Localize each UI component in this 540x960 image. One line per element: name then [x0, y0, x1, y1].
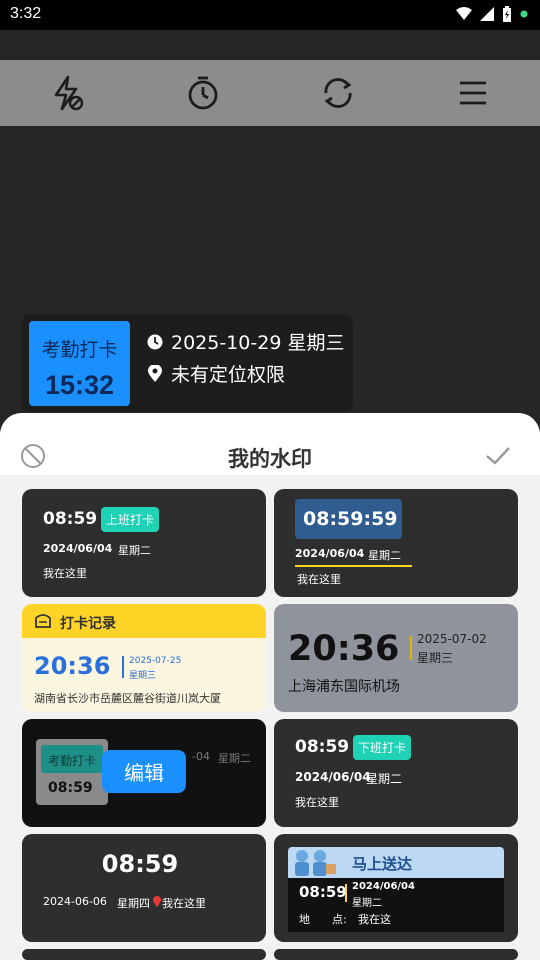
watermark-template-8[interactable]: 马上送达 08:59 2024/06/04 星期二 地 点: 我在这 — [274, 834, 518, 942]
tile-place: 上海浦东国际机场 — [288, 679, 400, 695]
current-watermark[interactable]: 考勤打卡 15:32 2025-10-29 星期三 未有定位权限 — [22, 314, 353, 412]
clock-icon — [147, 334, 163, 349]
tile-weekday: 星期二 — [368, 549, 401, 562]
tile-header: 打卡记录 — [60, 616, 116, 632]
confirm-button[interactable] — [484, 443, 512, 473]
watermark-template-9[interactable] — [22, 949, 266, 960]
status-bar: 3:32 — [0, 0, 540, 30]
tile-weekday: 星期三 — [129, 671, 157, 681]
tile-time: 08:59 — [101, 850, 179, 878]
watermark-template-1[interactable]: 08:59 上班打卡 2024/06/04 星期二 我在这里 — [22, 489, 266, 597]
tile-weekday: 星期三 — [417, 651, 454, 665]
tile-place: 我在这里 — [295, 796, 339, 809]
tile-tag: 下班打卡 — [353, 735, 412, 760]
sheet-title: 我的水印 — [228, 447, 312, 471]
tile-time: 08:59 — [48, 780, 93, 796]
tile-place: 我在这里 — [297, 573, 341, 586]
notification-dot-icon — [520, 10, 528, 18]
tile-weekday: 星期二 — [352, 898, 382, 909]
tile-date: 2024-06-06 — [43, 895, 107, 908]
tile-date: 2024/06/04 — [295, 547, 365, 560]
top-band — [0, 30, 540, 60]
tile-date: 2024/06/04 — [295, 770, 371, 784]
tile-date: -04 — [192, 750, 210, 763]
watermark-template-3[interactable]: 打卡记录 20:36 2025-07-25 星期三 湖南省长沙市岳麓区麓谷街道川… — [22, 604, 266, 712]
tile-divider — [295, 565, 412, 567]
flash-toggle-button[interactable] — [0, 60, 135, 126]
check-icon — [486, 447, 510, 465]
tile-time: 08:59 — [43, 509, 98, 529]
watermark-sheet: 我的水印 08:59 上班打卡 2024/06/04 星期二 我在这里 08:5… — [0, 413, 540, 960]
tile-weekday: 星期二 — [366, 772, 403, 786]
watermark-location-row: 未有定位权限 — [147, 360, 285, 387]
switch-camera-icon — [324, 78, 351, 108]
timer-icon — [188, 76, 217, 110]
tile-title: 考勤打卡 — [48, 754, 97, 768]
tile-time: 08:59 — [295, 737, 350, 757]
clipboard-icon — [35, 614, 51, 628]
tile-place: 我在这里 — [162, 897, 206, 910]
watermark-template-4[interactable]: 20:36 2025-07-02 星期三 上海浦东国际机场 — [274, 604, 518, 712]
tile-weekday: 星期二 — [118, 544, 151, 557]
watermark-template-6[interactable]: 08:59 下班打卡 2024/06/04 星期二 我在这里 — [274, 719, 518, 827]
watermark-date-row: 2025-10-29 星期三 — [147, 328, 344, 355]
timer-button[interactable] — [135, 60, 270, 126]
tile-date: 2025-07-25 — [129, 656, 182, 666]
sheet-header: 我的水印 — [0, 413, 540, 475]
edit-button[interactable]: 编辑 — [102, 750, 186, 793]
watermark-location: 未有定位权限 — [171, 364, 286, 386]
tile-date: 2025-07-02 — [417, 632, 487, 646]
tile-time: 08:59:59 — [303, 508, 398, 530]
signal-icon — [480, 7, 494, 21]
watermark-title: 考勤打卡 — [41, 339, 118, 361]
location-pin-icon — [148, 364, 162, 382]
tile-address: 湖南省长沙市岳麓区麓谷街道川岚大厦 — [34, 692, 221, 705]
camera-toolbar — [0, 60, 540, 126]
tile-divider — [410, 636, 412, 660]
watermark-title-block: 考勤打卡 15:32 — [29, 321, 130, 406]
status-icons — [456, 6, 528, 22]
switch-camera-button[interactable] — [270, 60, 405, 126]
tile-date: 2024/06/04 — [43, 542, 113, 555]
tile-time: 20:36 — [34, 652, 111, 680]
courier-illustration-icon — [295, 850, 336, 876]
tile-time: 20:36 — [288, 629, 400, 669]
tile-header-band — [22, 604, 266, 638]
tile-tag: 上班打卡 — [101, 507, 160, 532]
watermark-template-2[interactable]: 08:59:59 2024/06/04 星期二 我在这里 — [274, 489, 518, 597]
menu-button[interactable] — [405, 60, 540, 126]
tile-banner-text: 马上送达 — [352, 855, 413, 873]
location-pin-icon — [153, 896, 161, 907]
tile-time: 08:59 — [299, 883, 347, 901]
tile-date: 2024/06/04 — [352, 881, 415, 892]
watermark-grid: 08:59 上班打卡 2024/06/04 星期二 我在这里 08:59:59 … — [0, 475, 540, 960]
tile-divider — [122, 656, 124, 678]
flash-off-icon — [54, 75, 83, 111]
watermark-template-10[interactable] — [274, 949, 518, 960]
tile-weekday: 星期四 — [117, 897, 150, 910]
tile-loc-label: 地 点: — [299, 913, 347, 926]
watermark-template-5[interactable]: 考勤打卡 08:59 -04 星期二 编辑 — [22, 719, 266, 827]
watermark-time: 15:32 — [44, 370, 115, 400]
tile-loc-value: 我在这 — [358, 913, 391, 926]
wifi-icon — [456, 7, 472, 20]
watermark-date: 2025-10-29 星期三 — [171, 332, 345, 354]
tile-place: 我在这里 — [43, 567, 87, 580]
tile-divider — [345, 884, 347, 902]
battery-icon — [503, 6, 511, 22]
tile-weekday: 星期二 — [218, 752, 251, 765]
menu-icon — [459, 81, 486, 105]
status-time: 3:32 — [10, 5, 42, 22]
watermark-template-7[interactable]: 08:59 2024-06-06 星期四 我在这里 — [22, 834, 266, 942]
